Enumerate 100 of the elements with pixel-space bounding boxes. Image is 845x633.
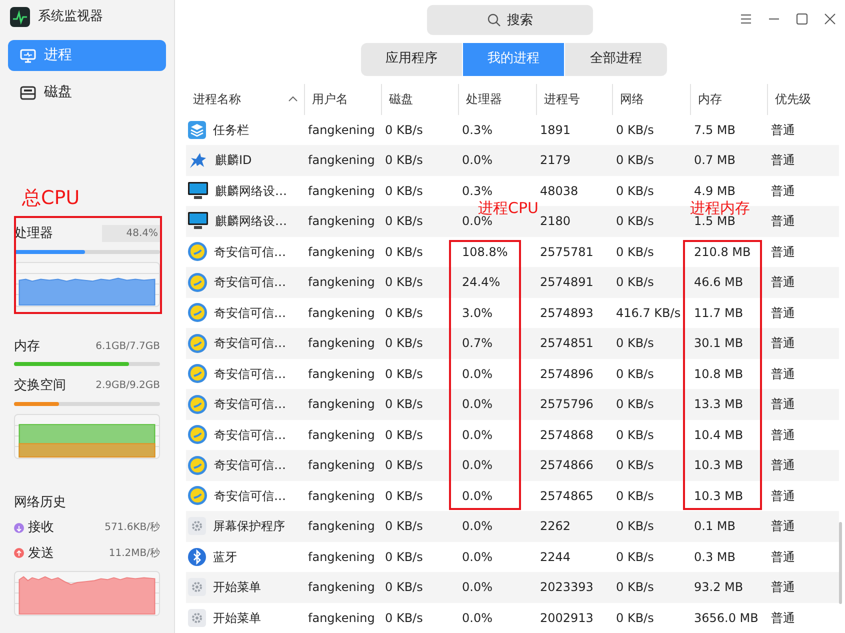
table-cell: 0 KB/s — [381, 328, 458, 358]
process-name-cell: 麒麟ID — [186, 145, 304, 176]
table-cell: 普通 — [767, 328, 839, 358]
table-cell: fangkening — [304, 450, 381, 480]
table-cell-text: 0.0% — [461, 548, 494, 566]
table-cell-text: 10.3 MB — [693, 488, 744, 505]
table-cell: 普通 — [767, 267, 839, 298]
table-cell: 0 KB/s — [612, 511, 690, 542]
table-cell-text: 0.3 MB — [693, 548, 736, 566]
table-cell: 普通 — [767, 511, 839, 542]
table-cell-text: 0 KB/s — [384, 244, 424, 261]
tab[interactable]: 应用程序 — [361, 42, 463, 76]
process-name-cell: 奇安信可信… — [186, 358, 304, 389]
table-cell: fangkening — [304, 206, 381, 236]
table-cell: 0.0% — [458, 389, 536, 420]
table-cell-text: 2244 — [539, 548, 572, 566]
process-name-cell: 奇安信可信… — [186, 328, 304, 358]
memory-label: 内存 — [14, 338, 40, 356]
table-cell-text: 0 KB/s — [615, 122, 655, 139]
table-cell: 2574866 — [536, 450, 612, 480]
close-icon[interactable] — [823, 12, 837, 26]
table-cell-text: 0 KB/s — [384, 548, 424, 566]
column-header[interactable]: 网络 — [612, 84, 690, 114]
table-cell: 0.7 MB — [690, 145, 767, 176]
table-cell: fangkening — [304, 267, 381, 298]
table-cell: 普通 — [767, 450, 839, 480]
search-field[interactable]: 搜索 — [427, 5, 593, 36]
network-receive-reading: 571.6KB/秒 — [104, 520, 160, 536]
table-cell-text: fangkening — [307, 610, 376, 627]
table-cell: 0 KB/s — [612, 450, 690, 480]
table-cell-text: 3656.0 MB — [693, 610, 760, 627]
table-cell: 2262 — [536, 511, 612, 542]
table-cell-text: 0 KB/s — [615, 182, 655, 200]
scrollbar[interactable] — [839, 522, 842, 604]
monitor-icon — [188, 212, 208, 230]
table-cell-text: 普通 — [770, 610, 796, 627]
network-receive-label: 接收 — [28, 519, 54, 537]
table-cell-text: 10.8 MB — [693, 366, 744, 383]
table-cell: 0 KB/s — [381, 145, 458, 176]
table-cell: 0 KB/s — [381, 450, 458, 480]
maximize-icon[interactable] — [795, 12, 809, 26]
table-cell: 0 KB/s — [612, 572, 690, 602]
table-cell: 普通 — [767, 145, 839, 176]
table-cell: 普通 — [767, 572, 839, 602]
table-cell: 0 KB/s — [612, 206, 690, 236]
table-cell: 2574851 — [536, 328, 612, 358]
table-cell: 13.3 MB — [690, 389, 767, 420]
table-cell-text: 0.0% — [461, 610, 494, 627]
gear-icon — [188, 517, 206, 536]
table-cell-text: 2575781 — [539, 244, 594, 261]
table-cell-text: 0 KB/s — [384, 488, 424, 505]
swap-reading: 2.9GB/9.2GB — [96, 379, 160, 394]
table-cell: 0 KB/s — [381, 572, 458, 602]
table-cell-text: fangkening — [307, 426, 376, 444]
column-header[interactable]: 处理器 — [458, 84, 536, 114]
table-cell-text: 普通 — [770, 366, 796, 383]
process-name-cell: 奇安信可信… — [186, 298, 304, 328]
table-cell: fangkening — [304, 572, 381, 602]
column-header[interactable]: 用户名 — [304, 84, 381, 114]
table-cell: 0.0% — [458, 450, 536, 480]
process-name-cell: 奇安信可信… — [186, 450, 304, 480]
column-header[interactable]: 进程名称 — [186, 84, 304, 114]
table-cell-text: fangkening — [307, 182, 376, 200]
table-cell: 0 KB/s — [381, 389, 458, 420]
table-cell-text: 2574865 — [539, 488, 594, 505]
table-cell: fangkening — [304, 389, 381, 420]
table-cell: fangkening — [304, 328, 381, 358]
table-cell-text: 7.5 MB — [693, 122, 736, 139]
table-cell: 0.0% — [458, 145, 536, 176]
column-header[interactable]: 优先级 — [767, 84, 839, 114]
table-cell: 2179 — [536, 145, 612, 176]
table-cell-text: fangkening — [307, 548, 376, 566]
table-cell-text: 普通 — [770, 548, 796, 566]
column-header[interactable]: 磁盘 — [381, 84, 458, 114]
table-cell-text: 普通 — [770, 304, 796, 322]
table-cell-text: fangkening — [307, 122, 376, 139]
process-name-cell: 屏幕保护程序 — [186, 511, 304, 542]
table-cell-text: 2002913 — [539, 610, 594, 627]
table-cell-text: 0 KB/s — [384, 304, 424, 322]
table-cell-text: 0 KB/s — [384, 122, 424, 139]
table-cell-text: 普通 — [770, 182, 796, 200]
table-cell: 0 KB/s — [381, 267, 458, 298]
table-cell-text: 0 KB/s — [615, 610, 655, 627]
table-cell: 普通 — [767, 206, 839, 236]
monitor-icon — [20, 48, 36, 62]
table-cell-text: fangkening — [307, 488, 376, 505]
table-cell: 0.0% — [458, 511, 536, 542]
menu-icon[interactable] — [739, 12, 753, 26]
process-name-cell: 奇安信可信… — [186, 236, 304, 267]
table-cell-text: 2574893 — [539, 304, 594, 322]
table-cell-text: fangkening — [307, 366, 376, 383]
table-cell-text: 普通 — [770, 244, 796, 261]
column-header[interactable]: 进程号 — [536, 84, 612, 114]
monitor-icon — [188, 182, 208, 200]
tab[interactable]: 全部进程 — [565, 42, 667, 76]
column-header[interactable]: 内存 — [690, 84, 767, 114]
table-cell: fangkening — [304, 145, 381, 176]
sidebar-item[interactable]: 磁盘 — [8, 77, 166, 108]
table-cell-text: 0 KB/s — [384, 182, 424, 200]
memory-reading: 6.1GB/7.7GB — [96, 340, 160, 354]
